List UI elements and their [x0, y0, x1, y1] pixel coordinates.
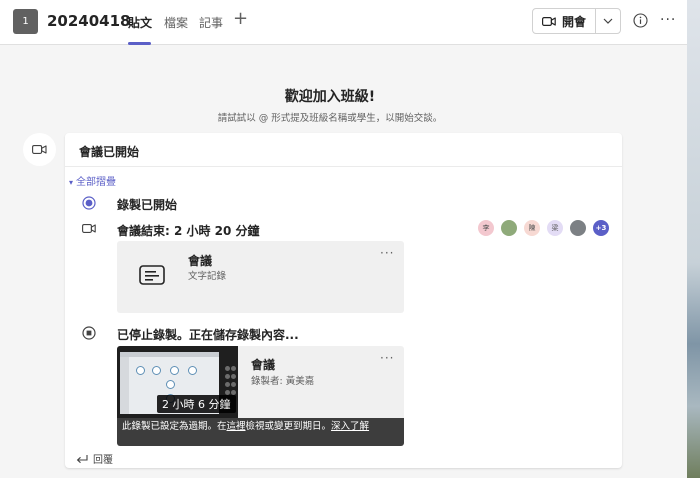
video-tile-dot: [225, 382, 230, 387]
plus-icon[interactable]: +: [233, 9, 248, 29]
active-tab-indicator: [128, 42, 151, 45]
recording-stopped-text: 已停止錄製。正在儲存錄製內容...: [117, 328, 299, 342]
video-tile-dot: [231, 382, 236, 387]
avatar[interactable]: [501, 220, 517, 236]
video-tile-dot: [225, 374, 230, 379]
transcript-subtitle: 文字記錄: [188, 271, 227, 282]
stop-recording-icon: [82, 326, 96, 340]
thumbnail-sidebar: [120, 357, 129, 414]
diagram-node: [188, 366, 197, 375]
chevron-down-icon: [603, 18, 613, 24]
thumbnail-toolbar: [120, 352, 219, 357]
video-tile-dot: [225, 366, 230, 371]
avatar[interactable]: [570, 220, 586, 236]
reply-button[interactable]: 回覆: [76, 451, 113, 466]
channel-header: 1 20240418 貼文 檔案 記事 + 開會 ···: [0, 0, 687, 45]
meeting-post-avatar: [23, 133, 56, 166]
transcript-card[interactable]: 會議 文字記錄 ···: [117, 241, 404, 313]
more-participants-badge[interactable]: +3: [593, 220, 609, 236]
welcome-title: 歡迎加入班級!: [284, 89, 376, 105]
diagram-node: [170, 366, 179, 375]
reply-arrow-icon: [76, 454, 88, 463]
diagram-node: [166, 380, 175, 389]
reply-label: 回覆: [93, 455, 113, 466]
video-camera-icon: [82, 224, 96, 233]
more-options-icon[interactable]: ···: [380, 351, 394, 365]
expiry-text-middle: 檢視或變更到期日。: [245, 421, 332, 432]
diagram-node: [136, 366, 145, 375]
team-avatar[interactable]: 1: [13, 9, 38, 34]
triangle-down-icon: ▾: [69, 178, 74, 187]
meet-now-button[interactable]: 開會: [533, 9, 595, 33]
meet-now-group: 開會: [532, 8, 621, 34]
meeting-ended-text: 會議結束: 2 小時 20 分鐘: [117, 224, 260, 238]
video-tile-dot: [231, 374, 236, 379]
tab-notes[interactable]: 記事: [199, 14, 223, 31]
recording-card[interactable]: 2 小時 6 分鐘 會議 錄製者: 黃美嘉 ··· 此錄製已設定為過期。在這裡檢…: [117, 346, 404, 446]
more-horizontal-icon[interactable]: ···: [660, 12, 676, 28]
transcript-title: 會議: [188, 254, 213, 268]
recording-thumbnail[interactable]: 2 小時 6 分鐘: [117, 346, 238, 418]
collapse-all-label: 全部摺疊: [76, 177, 117, 188]
recording-owner: 錄製者: 黃美嘉: [251, 376, 315, 387]
video-tile-dot: [231, 366, 236, 371]
collapse-all-link[interactable]: ▾ 全部摺疊: [69, 173, 116, 188]
recording-duration: 2 小時 6 分鐘: [157, 395, 236, 413]
expiry-text: 此錄製已設定為過期。在: [122, 421, 227, 432]
diagram-node: [152, 366, 161, 375]
recording-title: 會議: [251, 358, 276, 372]
transcript-icon: [139, 265, 165, 285]
video-camera-icon: [32, 145, 47, 154]
expiry-notice: 此錄製已設定為過期。在這裡檢視或變更到期日。深入了解: [117, 418, 404, 446]
post-title: 會議已開始: [79, 145, 140, 159]
team-name: 20240418: [47, 12, 131, 30]
meet-now-label: 開會: [562, 14, 587, 29]
info-icon[interactable]: [633, 13, 648, 28]
recording-icon: [82, 196, 96, 210]
welcome-subtitle: 請試試以 @ 形式提及班級名稱或學生，以開始交談。: [217, 113, 443, 124]
tab-posts[interactable]: 貼文: [128, 14, 152, 31]
post-header: 會議已開始: [65, 133, 622, 167]
meet-options-dropdown[interactable]: [596, 9, 620, 33]
meeting-post-card: 會議已開始 ▾ 全部摺疊 錄製已開始 會議結束: 2 小時 20 分鐘 李 陳 梁…: [65, 133, 622, 468]
recording-started-text: 錄製已開始: [117, 198, 178, 212]
avatar[interactable]: 李: [478, 220, 494, 236]
learn-more-link[interactable]: 深入了解: [331, 421, 369, 432]
more-options-icon[interactable]: ···: [380, 246, 394, 260]
desktop-wallpaper-edge: [687, 0, 700, 478]
tab-files[interactable]: 檔案: [164, 14, 188, 31]
avatar[interactable]: 梁: [547, 220, 563, 236]
expiry-here-link[interactable]: 這裡: [227, 421, 246, 432]
video-camera-icon: [542, 16, 556, 26]
participants-list[interactable]: 李 陳 梁 +3: [478, 220, 616, 236]
avatar[interactable]: 陳: [524, 220, 540, 236]
